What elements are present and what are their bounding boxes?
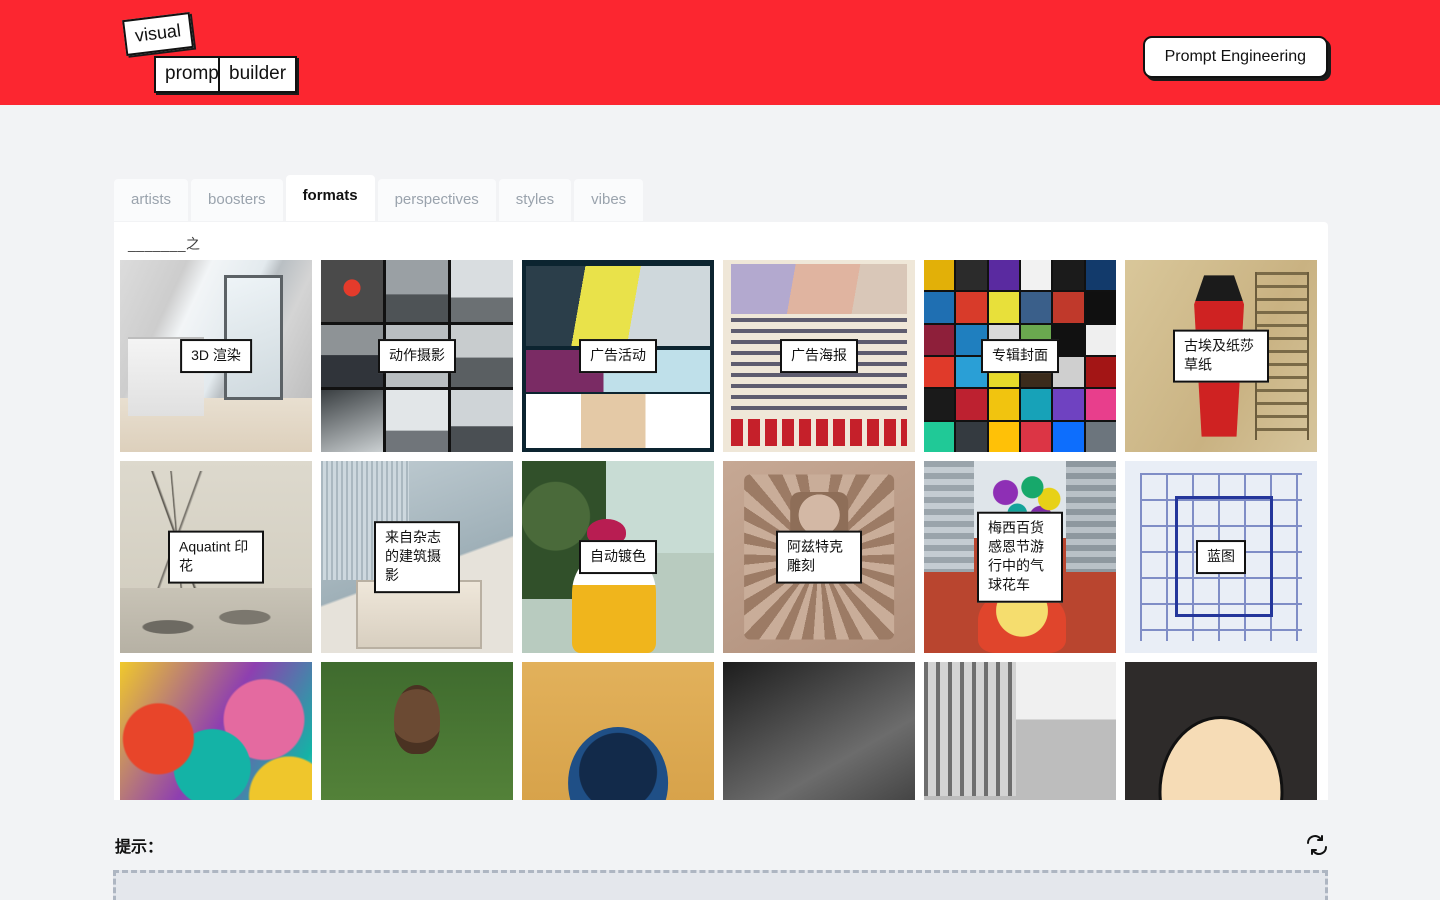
format-card[interactable]: 古埃及纸莎草纸 [1125, 260, 1317, 452]
panel-heading: _______之 [128, 236, 201, 252]
tab-vibes[interactable]: vibes [574, 179, 644, 221]
format-card[interactable]: Aquatint 印花 [120, 461, 312, 653]
card-label: 蓝图 [1196, 540, 1246, 574]
card-label: 专辑封面 [981, 339, 1059, 373]
card-label: 梅西百货感恩节游行中的气球花车 [977, 511, 1063, 603]
card-label: 阿兹特克雕刻 [776, 530, 862, 584]
card-label: 广告活动 [579, 339, 657, 373]
prompt-engineering-button[interactable]: Prompt Engineering [1142, 36, 1328, 78]
format-card[interactable]: 动作摄影 [321, 260, 513, 452]
format-card[interactable] [321, 662, 513, 800]
app-header: visual prompt builder Prompt Engineering [0, 0, 1440, 105]
card-label: 广告海报 [780, 339, 858, 373]
format-card-grid: 3D 渲染 动作摄影 广告活动 广告海报 专辑封面 古埃及纸莎草纸 Aquati… [114, 260, 1328, 800]
card-thumbnail [1125, 662, 1317, 800]
format-card[interactable]: 梅西百货感恩节游行中的气球花车 [924, 461, 1116, 653]
refresh-icon[interactable] [1303, 831, 1331, 859]
card-thumbnail [723, 662, 915, 800]
card-thumbnail [321, 662, 513, 800]
card-label: 自动镀色 [579, 540, 657, 574]
formats-panel: _______之 3D 渲染 动作摄影 广告活动 广告海报 专辑封面 古埃及纸莎… [114, 222, 1328, 800]
format-card[interactable]: 专辑封面 [924, 260, 1116, 452]
format-card[interactable] [924, 662, 1116, 800]
format-card[interactable] [522, 662, 714, 800]
format-card[interactable] [120, 662, 312, 800]
tab-formats[interactable]: formats [285, 175, 375, 221]
format-card[interactable]: 阿兹特克雕刻 [723, 461, 915, 653]
format-card[interactable] [723, 662, 915, 800]
logo-word-visual: visual [122, 11, 194, 57]
card-thumbnail [924, 662, 1116, 800]
card-label: 来自杂志的建筑摄影 [374, 521, 460, 593]
card-thumbnail [522, 662, 714, 800]
card-label: Aquatint 印花 [168, 530, 264, 584]
format-card[interactable]: 3D 渲染 [120, 260, 312, 452]
format-card[interactable]: 广告活动 [522, 260, 714, 452]
card-thumbnail [120, 662, 312, 800]
tab-boosters[interactable]: boosters [191, 179, 283, 221]
card-label: 古埃及纸莎草纸 [1173, 329, 1269, 383]
category-tabs: artists boosters formats perspectives st… [114, 175, 644, 221]
tab-styles[interactable]: styles [498, 179, 572, 221]
format-card[interactable]: 自动镀色 [522, 461, 714, 653]
tab-artists[interactable]: artists [114, 179, 189, 221]
app-logo: visual prompt builder [118, 8, 378, 98]
prompt-label: 提示： [115, 839, 164, 856]
tab-perspectives[interactable]: perspectives [377, 179, 496, 221]
prompt-dropzone[interactable] [113, 870, 1328, 900]
card-label: 3D 渲染 [180, 339, 252, 373]
logo-word-builder: builder [218, 56, 298, 93]
format-card[interactable]: 广告海报 [723, 260, 915, 452]
format-card[interactable] [1125, 662, 1317, 800]
card-label: 动作摄影 [378, 339, 456, 373]
format-card[interactable]: 来自杂志的建筑摄影 [321, 461, 513, 653]
format-card[interactable]: 蓝图 [1125, 461, 1317, 653]
